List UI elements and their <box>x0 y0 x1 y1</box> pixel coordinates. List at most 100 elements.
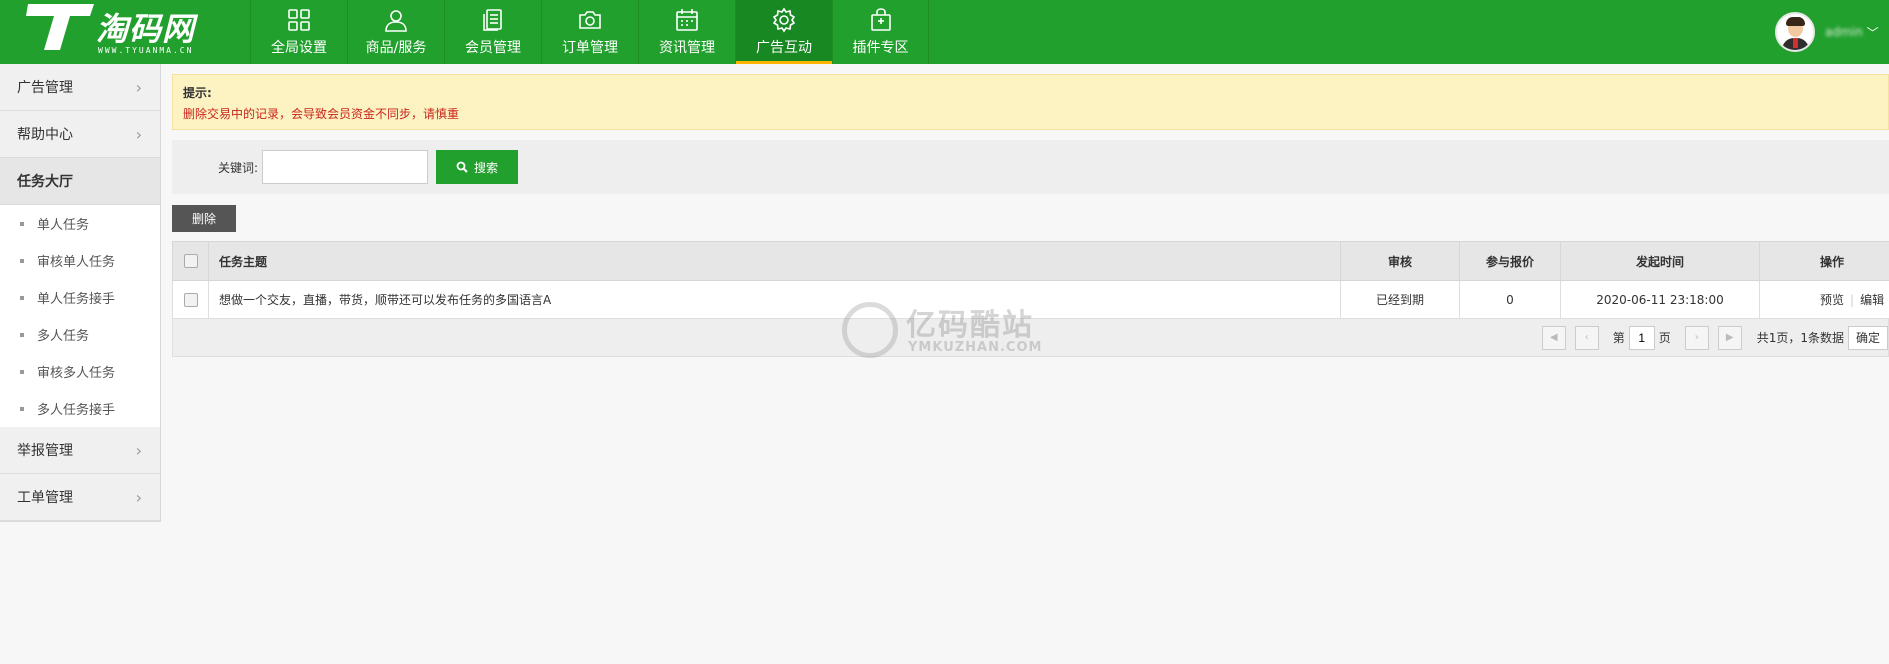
watermark: 亿码酷站 YMKUZHAN.COM <box>842 298 1052 362</box>
col-quote: 参与报价 <box>1459 241 1561 281</box>
grid-icon <box>288 9 310 31</box>
sidebar-group-label: 举报管理 <box>17 443 73 459</box>
watermark-logo-icon <box>842 302 898 358</box>
keyword-label: 关键词: <box>218 160 259 175</box>
preview-link[interactable]: 预览 <box>1820 293 1844 307</box>
document-icon <box>483 9 502 31</box>
sidebar-group-label: 广告管理 <box>17 80 73 96</box>
camera-icon <box>579 11 601 29</box>
logo[interactable]: 淘码网 WWW.TYUANMA.CN <box>0 0 250 64</box>
page-total: 共1页，1条数据 <box>1756 331 1844 345</box>
sidebar-item-multi-task[interactable]: 多人任务 <box>0 316 160 353</box>
select-all-cell <box>172 241 209 281</box>
sidebar-group-task-hall[interactable]: 任务大厅 <box>0 158 160 205</box>
table-header-row: 任务主题 审核 参与报价 发起时间 操作 <box>172 241 1889 281</box>
brand-site: WWW.TYUANMA.CN <box>98 46 194 55</box>
nav-ad-interaction[interactable]: 广告互动 <box>735 0 832 64</box>
sidebar-item-multi-taker[interactable]: 多人任务接手 <box>0 390 160 427</box>
search-bar: 关键词: 搜索 <box>172 140 1889 194</box>
cell-time: 2020-06-11 23:18:00 <box>1560 280 1760 319</box>
op-divider: | <box>1850 293 1855 307</box>
nav-label: 全局设置 <box>271 40 327 56</box>
cell-audit: 已经到期 <box>1340 280 1460 319</box>
col-time: 发起时间 <box>1560 241 1760 281</box>
sidebar-item-label: 单人任务 <box>37 218 90 233</box>
bullet-icon <box>20 332 24 337</box>
first-page-icon[interactable]: ◀ <box>1541 325 1566 350</box>
row-check-cell <box>172 280 209 319</box>
nav-products[interactable]: 商品/服务 <box>347 0 444 64</box>
select-all-checkbox[interactable] <box>183 254 198 269</box>
bullet-icon <box>20 221 24 226</box>
sidebar-group-label: 任务大厅 <box>17 174 73 190</box>
cell-ops: 预览 | 编辑 <box>1759 280 1889 319</box>
calendar-icon <box>676 9 698 31</box>
sidebar-item-single-task[interactable]: 单人任务 <box>0 205 160 242</box>
nav-global-settings[interactable]: 全局设置 <box>250 0 347 64</box>
chevron-right-icon: › <box>135 440 142 460</box>
last-page-icon[interactable]: ▶ <box>1717 325 1742 350</box>
next-page-icon[interactable]: › <box>1684 325 1709 350</box>
page-go-button[interactable]: 确定 <box>1848 325 1888 350</box>
sidebar-group-label: 工单管理 <box>17 490 73 506</box>
sidebar-group-help[interactable]: 帮助中心 › <box>0 111 160 158</box>
nav-label: 广告互动 <box>756 40 812 56</box>
bullet-icon <box>20 406 24 411</box>
page-prefix: 第 <box>1612 331 1625 345</box>
main-nav: 全局设置 商品/服务 会员管理 订单管理 资讯管理 广告互动 插件专区 <box>250 0 929 64</box>
logo-t-icon <box>26 4 94 50</box>
col-ops: 操作 <box>1759 241 1889 281</box>
nav-label: 会员管理 <box>465 40 521 56</box>
bullet-icon <box>20 369 24 374</box>
col-audit: 审核 <box>1340 241 1460 281</box>
user-icon <box>385 10 407 32</box>
chevron-right-icon: › <box>135 124 142 144</box>
sidebar-item-label: 多人任务接手 <box>37 403 116 418</box>
bag-icon <box>870 8 891 31</box>
sidebar-item-review-single[interactable]: 审核单人任务 <box>0 242 160 279</box>
nav-label: 插件专区 <box>852 40 909 56</box>
keyword-input[interactable] <box>262 150 429 184</box>
search-button[interactable]: 搜索 <box>436 150 519 184</box>
nav-orders[interactable]: 订单管理 <box>541 0 638 64</box>
row-checkbox[interactable] <box>183 292 198 307</box>
page-suffix: 页 <box>1658 331 1671 345</box>
nav-label: 资讯管理 <box>659 40 715 56</box>
user-menu[interactable]: admin ﹀ <box>1749 0 1889 64</box>
sidebar-item-review-multi[interactable]: 审核多人任务 <box>0 353 160 390</box>
sidebar-group-label: 帮助中心 <box>17 127 73 143</box>
nav-members[interactable]: 会员管理 <box>444 0 541 64</box>
sidebar-item-label: 审核单人任务 <box>37 255 116 270</box>
sidebar-item-label: 多人任务 <box>37 329 90 344</box>
nav-label: 商品/服务 <box>365 40 427 56</box>
sidebar-item-label: 审核多人任务 <box>37 366 116 381</box>
cell-subject: 想做一个交友，直播，带货，顺带还可以发布任务的多国语言A <box>208 280 1341 319</box>
sidebar-item-single-taker[interactable]: 单人任务接手 <box>0 279 160 316</box>
nav-news[interactable]: 资讯管理 <box>638 0 735 64</box>
search-button-label: 搜索 <box>474 160 499 175</box>
bullet-icon <box>20 258 24 263</box>
tip-title: 提示: <box>183 86 212 100</box>
avatar[interactable] <box>1775 12 1815 52</box>
page-number-input[interactable] <box>1628 325 1655 350</box>
search-icon <box>456 161 468 173</box>
chevron-down-icon[interactable]: ﹀ <box>1867 24 1879 41</box>
tip-box: 提示: 删除交易中的记录，会导致会员资金不同步，请慎重 <box>172 74 1889 130</box>
nav-plugins[interactable]: 插件专区 <box>832 0 929 64</box>
brand-name: 淘码网 <box>96 10 196 48</box>
sidebar-item-label: 单人任务接手 <box>37 292 116 307</box>
watermark-en: YMKUZHAN.COM <box>908 340 1043 355</box>
nav-label: 订单管理 <box>562 40 618 56</box>
prev-page-icon[interactable]: ‹ <box>1574 325 1599 350</box>
sidebar: 广告管理 › 帮助中心 › 任务大厅 单人任务 审核单人任务 单人任务接手 多人… <box>0 64 161 522</box>
username: admin <box>1825 25 1863 39</box>
bullet-icon <box>20 295 24 300</box>
col-subject: 任务主题 <box>208 241 1341 281</box>
sidebar-group-tickets[interactable]: 工单管理 › <box>0 474 160 521</box>
top-bar: 淘码网 WWW.TYUANMA.CN 全局设置 商品/服务 会员管理 订单管理 … <box>0 0 1889 64</box>
edit-link[interactable]: 编辑 <box>1860 293 1884 307</box>
sidebar-group-ads[interactable]: 广告管理 › <box>0 64 160 111</box>
sidebar-group-reports[interactable]: 举报管理 › <box>0 427 160 474</box>
delete-button[interactable]: 删除 <box>172 205 236 232</box>
watermark-cn: 亿码酷站 <box>906 308 1034 343</box>
